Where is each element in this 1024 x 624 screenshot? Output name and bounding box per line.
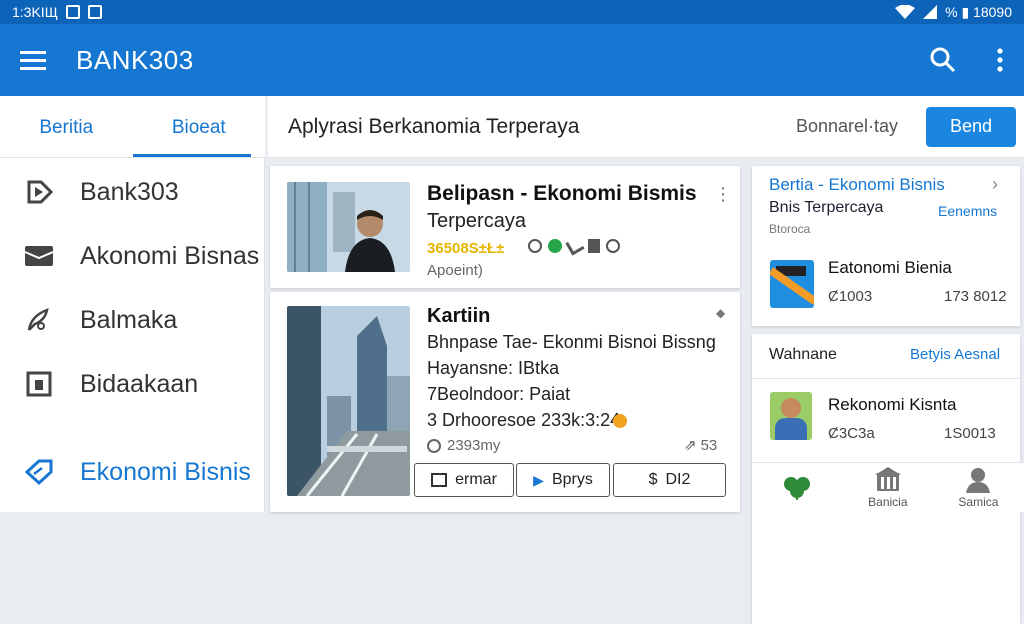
nav-samica[interactable]: Samica bbox=[933, 463, 1024, 512]
action-button-1[interactable]: ermar bbox=[414, 463, 514, 497]
side-section-title: Wahnane bbox=[769, 346, 837, 363]
page-title: Aplyrasi Berkanomia Terperaya bbox=[288, 114, 580, 138]
info-icon[interactable] bbox=[606, 239, 620, 253]
side-item-code: Ȼ3C3a bbox=[828, 425, 875, 442]
tag-icon bbox=[24, 457, 54, 487]
header-button[interactable]: Bend bbox=[926, 106, 1016, 147]
content-header: Aplyrasi Berkanomia Terperaya Bonnarel·t… bbox=[268, 96, 1024, 158]
news-feed: Belipasn - Ekonomi Bismis Terpercaya 365… bbox=[270, 166, 740, 512]
dollar-icon: $ bbox=[648, 471, 658, 488]
news-card[interactable]: Belipasn - Ekonomi Bismis Terpercaya 365… bbox=[270, 166, 740, 288]
nav-clover[interactable] bbox=[752, 463, 843, 512]
action-label: DI2 bbox=[665, 471, 691, 488]
side-card-title: Bertia - Ekonomi Bisnis bbox=[769, 175, 945, 194]
likes-group[interactable]: ⇗ 53 bbox=[684, 436, 718, 455]
views-group: 2393my bbox=[427, 437, 500, 454]
tab-bioeat[interactable]: Bioeat bbox=[132, 96, 266, 157]
drawer-label: Bidaakaan bbox=[80, 369, 199, 398]
calculator-icon bbox=[431, 473, 448, 487]
menu-icon[interactable] bbox=[20, 50, 46, 70]
side-item-name: Eatonomi Bienia bbox=[828, 258, 952, 277]
more-vert-icon[interactable] bbox=[996, 47, 1004, 73]
side-card-link[interactable]: Eenemns bbox=[938, 203, 997, 219]
app-title: BANK303 bbox=[76, 44, 194, 75]
tab-beritia[interactable]: Beritia bbox=[0, 96, 133, 157]
article-subtitle: Terpercaya bbox=[427, 210, 526, 232]
side-item-code: Ȼ1003 bbox=[828, 288, 873, 305]
nav-label: Samica bbox=[958, 494, 999, 509]
divider bbox=[752, 378, 1020, 379]
status-time: 1:3KIЩ bbox=[12, 4, 58, 20]
nav-label: Banicia bbox=[868, 494, 908, 509]
link-icon bbox=[528, 239, 542, 253]
signal-icon bbox=[923, 5, 938, 19]
play-tag-icon bbox=[24, 177, 54, 207]
header-sub-link[interactable]: Bonnarel·tay bbox=[796, 116, 898, 137]
thumbs-up-icon: ⇗ bbox=[684, 437, 697, 454]
side-item-date: 173 8012 bbox=[944, 288, 1007, 305]
action-label: ermar bbox=[455, 471, 497, 488]
share-icons bbox=[528, 236, 620, 256]
side-section-link[interactable]: Betyis Aesnal bbox=[910, 346, 1000, 363]
action-button-3[interactable]: $ DI2 bbox=[613, 463, 726, 497]
article-title: Belipasn - Ekonomi Bismis bbox=[427, 182, 697, 205]
navigation-drawer: Bank303 Akonomi Bisnas Balmaka Bidaakaan… bbox=[0, 158, 265, 512]
status-right: % ▮ 18090 bbox=[945, 3, 1012, 20]
drawer-label: Ekonomi Bisnis bbox=[80, 457, 251, 486]
drawer-label: Bank303 bbox=[80, 177, 179, 206]
drawer-item-akonomi[interactable]: Akonomi Bisnas bbox=[0, 224, 264, 288]
status-bar: 1:3KIЩ % ▮ 18090 bbox=[0, 0, 1024, 24]
article-thumbnail bbox=[287, 182, 410, 272]
search-icon[interactable] bbox=[930, 47, 956, 73]
side-card-small: Btoroca bbox=[769, 222, 811, 236]
coin-icon bbox=[613, 414, 627, 428]
drawer-item-bank303[interactable]: Bank303 bbox=[0, 160, 264, 224]
side-card-sub: Bnis Terpercaya bbox=[769, 199, 884, 216]
nav-banicia[interactable]: Banicia bbox=[843, 463, 934, 512]
article-line: 3 Drhooresoe 233k:3:24 bbox=[427, 410, 621, 430]
chevron-right-icon[interactable]: › bbox=[992, 174, 998, 195]
article-line: Hayansne: IBtka bbox=[427, 358, 560, 378]
article-line: 7Beolndoor: Paiat bbox=[427, 384, 571, 404]
article-thumbnail bbox=[287, 306, 410, 496]
side-item-avatar bbox=[770, 392, 812, 440]
drawer-item-bidaakaan[interactable]: Bidaakaan bbox=[0, 352, 264, 416]
side-item-name: Rekonomi Kisnta bbox=[828, 395, 957, 414]
action-label: Bprys bbox=[551, 471, 593, 488]
clover-icon bbox=[784, 476, 811, 500]
side-item-thumbnail bbox=[770, 260, 814, 308]
article-title: Kartiin bbox=[427, 305, 491, 327]
bottom-navigation: Banicia Samica bbox=[752, 462, 1024, 512]
drawer-item-ekonomi[interactable]: Ekonomi Bisnis bbox=[0, 440, 264, 504]
price-label: 36508S±Ł± bbox=[427, 240, 505, 257]
mail-icon bbox=[24, 241, 54, 271]
notification-icon bbox=[65, 5, 80, 19]
view-count: 2393my bbox=[447, 437, 501, 454]
side-card[interactable]: Bertia - Ekonomi Bisnis › Bnis Terpercay… bbox=[752, 166, 1020, 326]
tab-bar: Beritia Bioeat bbox=[0, 96, 265, 158]
person-icon bbox=[966, 467, 991, 493]
drawer-item-balmaka[interactable]: Balmaka bbox=[0, 288, 264, 352]
whatsapp-icon[interactable] bbox=[548, 239, 562, 253]
side-item-date: 1S0013 bbox=[944, 425, 996, 442]
feather-icon bbox=[24, 305, 54, 335]
tools-icon bbox=[565, 236, 585, 256]
drawer-label: Balmaka bbox=[80, 305, 178, 334]
app-bar: BANK303 bbox=[0, 24, 1024, 96]
article-line: Bhnpase Tae- Ekonmi Bisnoi Bissng bbox=[427, 332, 716, 352]
wifi-icon bbox=[895, 5, 916, 19]
action-button-2[interactable]: ▶ Bprys bbox=[516, 463, 610, 497]
more-vert-icon[interactable]: ⋮ bbox=[714, 184, 732, 205]
notification-icon-2 bbox=[87, 5, 102, 19]
bank-icon bbox=[874, 466, 901, 491]
square-icon bbox=[24, 369, 54, 399]
bookmark-icon[interactable] bbox=[588, 239, 600, 253]
pin-icon[interactable]: ◆ bbox=[716, 306, 725, 320]
article-author: Apoeint) bbox=[427, 262, 483, 279]
drawer-label: Akonomi Bisnas bbox=[80, 241, 260, 270]
play-icon: ▶ bbox=[533, 471, 544, 488]
like-count: 53 bbox=[700, 436, 718, 454]
eye-icon bbox=[427, 438, 441, 453]
